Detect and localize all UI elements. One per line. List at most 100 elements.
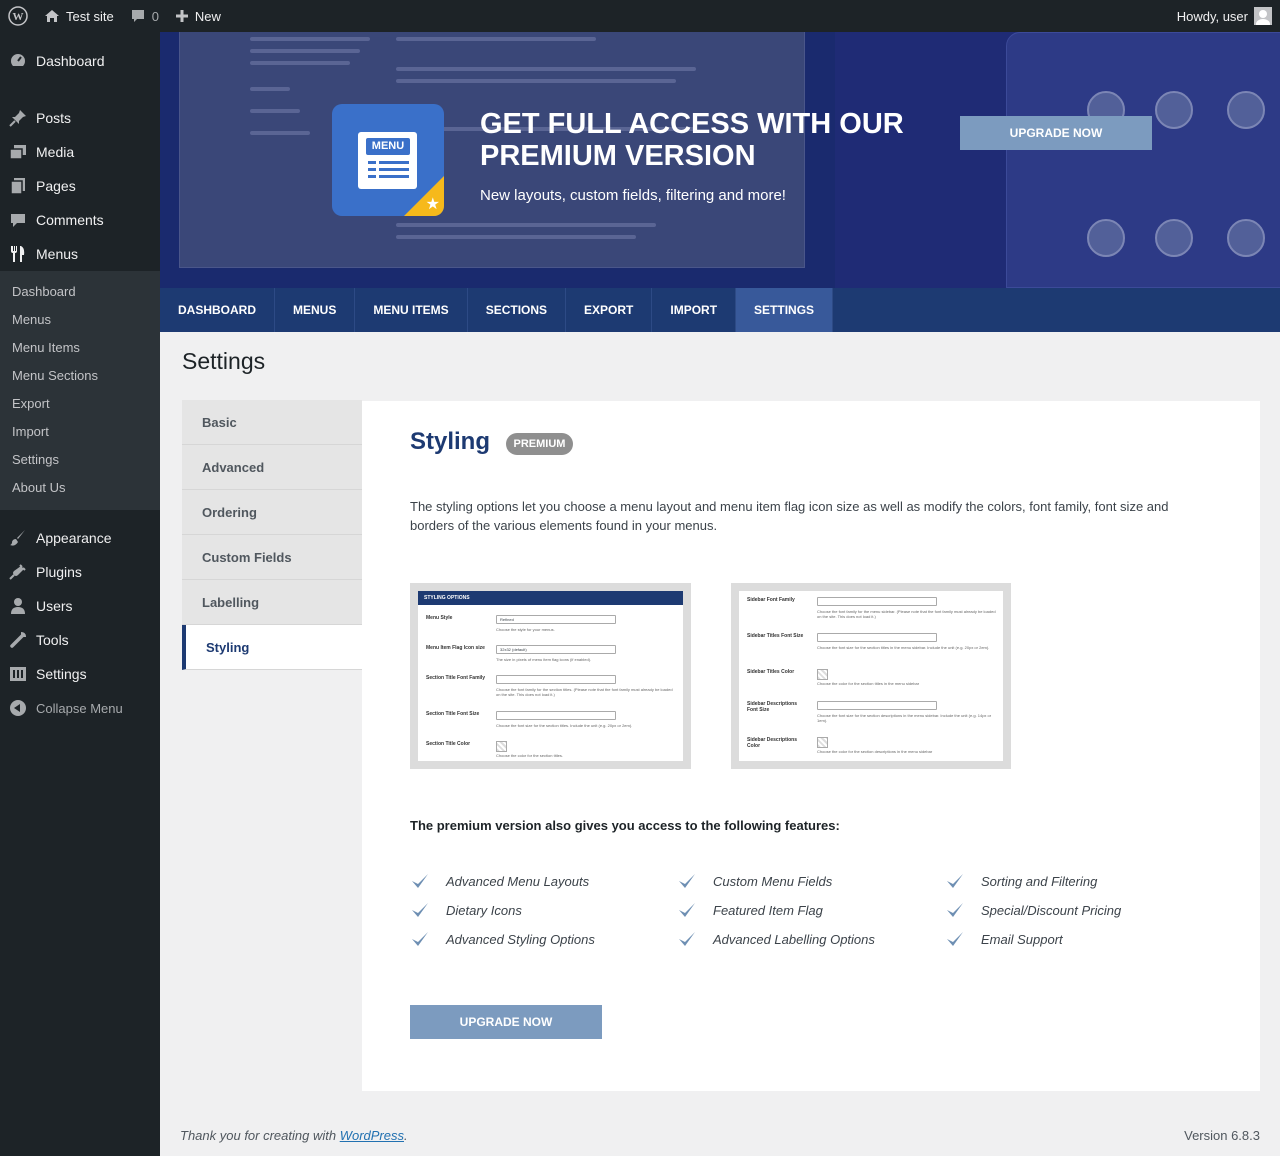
sidebar-item-tools[interactable]: Tools [0,623,160,657]
submenu-item-export[interactable]: Export [0,390,160,418]
screenshot-field-label: Menu Style [426,615,453,621]
star-icon: ★ [425,196,440,213]
screenshot-select: Refined [496,615,616,624]
plus-icon [175,9,189,23]
submenu-item-about-us[interactable]: About Us [0,474,160,502]
banner-upgrade-button[interactable]: UPGRADE NOW [960,116,1152,150]
tab-export[interactable]: EXPORT [566,288,653,332]
fork-knife-icon [8,244,28,264]
tab-settings[interactable]: SETTINGS [736,288,834,332]
feature-item: Custom Menu Fields [677,871,832,891]
screenshot-input [496,675,616,684]
screenshot-input [496,711,616,720]
panel-description: The styling options let you choose a men… [410,499,1169,533]
feature-label: Special/Discount Pricing [981,902,1122,918]
sidebar-item-label: Appearance [36,530,112,546]
banner-subtitle: New layouts, custom fields, filtering an… [480,187,786,204]
user-icon [8,596,28,616]
sidebar-item-posts[interactable]: Posts [0,101,160,135]
submenu-item-menus[interactable]: Menus [0,306,160,334]
sidebar-item-pages[interactable]: Pages [0,169,160,203]
sidebar-item-menus[interactable]: Menus [0,237,160,271]
screenshot-help: Choose the font size for the section des… [817,713,992,723]
settings-tabs: Basic Advanced Ordering Custom Fields La… [182,400,362,670]
screenshot-field-label: Sidebar Font Family [747,597,795,603]
sidebar-item-appearance[interactable]: Appearance [0,521,160,555]
checkmark-icon [945,871,965,891]
premium-badge: PREMIUM [506,433,573,455]
feature-label: Custom Menu Fields [713,873,833,889]
screenshot-help: The size in pixels of menu item flag ico… [496,657,592,662]
settings-tab-custom-fields[interactable]: Custom Fields [182,535,362,580]
site-name: Test site [66,8,114,24]
sidebar-item-users[interactable]: Users [0,589,160,623]
logo-text: MENU [366,138,410,155]
submenu-item-dashboard[interactable]: Dashboard [0,278,160,306]
submenu-item-import[interactable]: Import [0,418,160,446]
screenshot-field-label: Section Title Font Size [426,711,480,717]
feature-label: Featured Item Flag [713,902,823,918]
submenu-item-menu-items[interactable]: Menu Items [0,334,160,362]
new-content-link[interactable]: New [167,0,229,32]
sidebar-item-label: Posts [36,110,72,126]
sidebar-options-screenshot: Sidebar Font Family Choose the font fami… [731,583,1011,769]
settings-tab-ordering[interactable]: Ordering [182,490,362,535]
submenu-item-settings[interactable]: Settings [0,446,160,474]
sidebar-item-dashboard[interactable]: Dashboard [0,32,160,90]
media-icon [8,142,28,162]
feature-item: Featured Item Flag [677,900,823,920]
screenshot-help: Choose the font family for the section t… [496,687,673,697]
settings-tab-labelling[interactable]: Labelling [182,580,362,625]
screenshot-help: Choose the color for the section descrip… [817,749,933,754]
checkmark-icon [677,871,697,891]
sidebar-item-label: Plugins [36,564,82,580]
screenshot-header: STYLING OPTIONS [418,591,683,605]
screenshot-input [817,597,937,606]
sidebar-item-comments[interactable]: Comments [0,203,160,237]
wordpress-logo-icon[interactable]: W [0,0,36,32]
feature-label: Advanced Menu Layouts [446,873,590,889]
pin-icon [8,108,28,128]
wordpress-link[interactable]: WordPress [340,1128,404,1143]
tab-menus[interactable]: MENUS [275,288,356,332]
sidebar-item-label: Comments [36,212,104,228]
menus-submenu: Dashboard Menus Menu Items Menu Sections… [0,271,160,510]
feature-item: Advanced Labelling Options [677,929,875,949]
panel-upgrade-button[interactable]: UPGRADE NOW [410,1005,602,1039]
premium-banner: MENU ★ GET FULL ACCESS WITH OUR PREMIUM … [160,32,1280,288]
feature-label: Advanced Styling Options [446,931,595,947]
feature-label: Sorting and Filtering [981,873,1098,889]
comments-link[interactable]: 0 [122,0,167,32]
collapse-label: Collapse Menu [36,700,123,716]
sidebar-item-label: Users [36,598,73,614]
screenshot-field-label: Section Title Font Family [426,675,486,681]
checkmark-icon [945,929,965,949]
tab-import[interactable]: IMPORT [652,288,737,332]
sidebar-item-media[interactable]: Media [0,135,160,169]
submenu-item-menu-sections[interactable]: Menu Sections [0,362,160,390]
feature-item: Dietary Icons [410,900,522,920]
site-name-link[interactable]: Test site [36,0,122,32]
sidebar-item-label: Media [36,144,75,160]
howdy-text: Howdy, user [1176,8,1248,24]
plug-icon [8,562,28,582]
settings-tab-advanced[interactable]: Advanced [182,445,362,490]
settings-tab-basic[interactable]: Basic [182,400,362,445]
screenshot-help: Choose the style for your menus. [496,627,555,632]
panel-title: Styling [410,428,491,455]
sidebar-item-plugins[interactable]: Plugins [0,555,160,589]
my-account[interactable]: Howdy, user [1177,0,1280,32]
tab-dashboard[interactable]: DASHBOARD [160,288,275,332]
checkmark-icon [410,929,430,949]
screenshot-input [817,701,937,710]
checkmark-icon [677,929,697,949]
tab-sections[interactable]: SECTIONS [468,288,567,332]
footer-version: Version 6.8.3 [1184,1128,1260,1143]
collapse-menu-button[interactable]: Collapse Menu [0,691,160,725]
settings-tab-styling[interactable]: Styling [182,625,362,670]
tab-menu-items[interactable]: MENU ITEMS [355,288,468,332]
feature-item: Advanced Styling Options [410,929,595,949]
sidebar-item-settings[interactable]: Settings [0,657,160,691]
banner-background-tablet [1006,32,1280,288]
svg-text:W: W [13,11,24,23]
